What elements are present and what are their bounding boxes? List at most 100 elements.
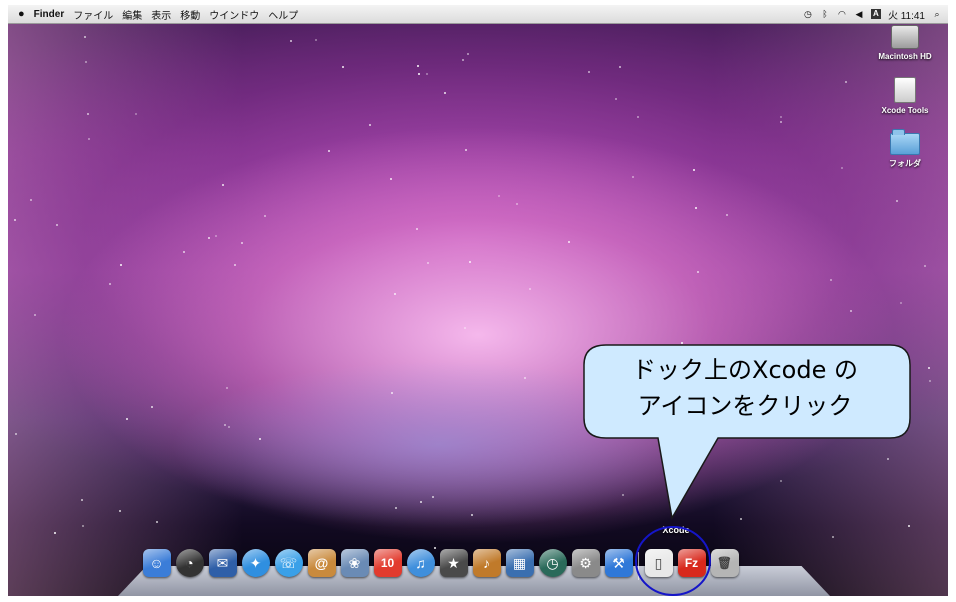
star (695, 207, 697, 209)
star (900, 302, 902, 304)
star (467, 53, 469, 55)
star (568, 241, 570, 243)
desktop-icon-xcode-tools[interactable]: Xcode Tools (865, 77, 945, 115)
desktop-icon-label: Macintosh HD (878, 52, 932, 61)
star (222, 184, 224, 186)
star (120, 264, 122, 266)
star (290, 40, 292, 42)
star (85, 61, 87, 63)
star (852, 348, 854, 350)
apple-menu-icon[interactable]: ● (18, 8, 25, 20)
star (830, 279, 832, 281)
star (426, 73, 428, 75)
disk-image-icon (894, 77, 916, 103)
star (151, 406, 153, 408)
menu-clock[interactable]: 火 11:41 (888, 7, 925, 22)
input-method-icon[interactable]: A (870, 9, 881, 19)
star (615, 98, 617, 100)
dock-item-finder[interactable]: ☺ (140, 546, 173, 580)
star (896, 200, 898, 202)
time-machine-menu-icon[interactable]: ◷ (803, 9, 813, 19)
star (622, 494, 624, 496)
star (908, 525, 910, 527)
star (444, 92, 446, 94)
star (929, 380, 931, 382)
dock-item-time-machine[interactable]: ◷ (536, 546, 569, 580)
desktop-icon-folder[interactable]: フォルダ (865, 129, 945, 169)
star (726, 214, 728, 216)
star (56, 224, 58, 226)
dock-item-filezilla[interactable]: Fz (675, 546, 708, 580)
star (394, 293, 396, 295)
menu-app-name[interactable]: Finder (34, 9, 65, 20)
star (845, 81, 847, 83)
dock-item-safari[interactable]: ✦ (239, 546, 272, 580)
menu-edit[interactable]: 編集 (122, 7, 142, 22)
star (82, 525, 84, 527)
star (418, 73, 420, 75)
dock-item-imovie[interactable]: ★ (437, 546, 470, 580)
star (780, 480, 782, 482)
menu-go[interactable]: 移動 (180, 7, 200, 22)
menu-bar: ● Finder ファイル 編集 表示 移動 ウインドウ ヘルプ ◷ ᛒ ◠ ◀… (8, 5, 948, 24)
address-book-icon: @ (307, 549, 336, 577)
trash-icon: 🗑 (710, 549, 739, 577)
star (135, 113, 137, 115)
star (850, 310, 852, 312)
star (342, 66, 344, 68)
menu-file[interactable]: ファイル (73, 7, 113, 22)
dock-item-garageband[interactable]: ♪ (470, 546, 503, 580)
hard-drive-icon (891, 25, 919, 49)
star (126, 418, 128, 420)
star (427, 262, 429, 264)
dock-item-dashboard[interactable]: ◔ (173, 546, 206, 580)
star (516, 203, 518, 205)
star (109, 283, 111, 285)
menu-window[interactable]: ウインドウ (209, 7, 259, 22)
dock-item-system-preferences[interactable]: ⚙ (569, 546, 602, 580)
star (315, 39, 317, 41)
dock-item-spaces[interactable]: ▦ (503, 546, 536, 580)
star (215, 235, 217, 237)
callout-line-1: ドック上のXcode の (632, 356, 858, 384)
star (34, 314, 36, 316)
spotlight-icon[interactable]: ⌕ (932, 9, 942, 19)
document-icon: ▯ (644, 549, 673, 577)
menu-help[interactable]: ヘルプ (268, 7, 298, 22)
dock-item-iphoto[interactable]: ❀ (338, 546, 371, 580)
star (697, 271, 699, 273)
dock-item-ichat[interactable]: ☏ (272, 546, 305, 580)
dock: ☺ ◔ ✉ ✦ ☏ @ ❀ 10 ♫ ★ ♪ ▦ ◷ ⚙ ⚒ ▯ Fz 🗑 (140, 546, 741, 580)
star (328, 150, 330, 152)
dock-item-trash[interactable]: 🗑 (708, 546, 741, 580)
filezilla-icon: Fz (677, 549, 706, 577)
dock-item-ical[interactable]: 10 (371, 546, 404, 580)
star (14, 219, 16, 221)
star (841, 167, 843, 169)
system-preferences-icon: ⚙ (571, 549, 600, 577)
ichat-icon: ☏ (274, 549, 303, 577)
spaces-icon: ▦ (505, 549, 534, 577)
star (88, 138, 90, 140)
star (887, 458, 889, 460)
star (226, 387, 228, 389)
star (81, 499, 83, 501)
star (119, 510, 121, 512)
menu-view[interactable]: 表示 (151, 7, 171, 22)
star (529, 288, 531, 290)
dock-item-mail-stamp[interactable]: ✉ (206, 546, 239, 580)
desktop-icon-macintosh-hd[interactable]: Macintosh HD (865, 25, 945, 61)
bluetooth-icon[interactable]: ᛒ (820, 9, 830, 19)
dock-item-itunes[interactable]: ♫ (404, 546, 437, 580)
star (832, 536, 834, 538)
volume-icon[interactable]: ◀ (854, 9, 864, 19)
dock-item-xcode[interactable]: ⚒ (602, 546, 635, 580)
star (156, 521, 158, 523)
iphoto-icon: ❀ (340, 549, 369, 577)
wifi-icon[interactable]: ◠ (837, 9, 847, 19)
desktop-icon-label: Xcode Tools (881, 106, 929, 115)
dock-item-address-book[interactable]: @ (305, 546, 338, 580)
star (693, 169, 695, 171)
star (588, 71, 590, 73)
dock-item-document[interactable]: ▯ (642, 546, 675, 580)
